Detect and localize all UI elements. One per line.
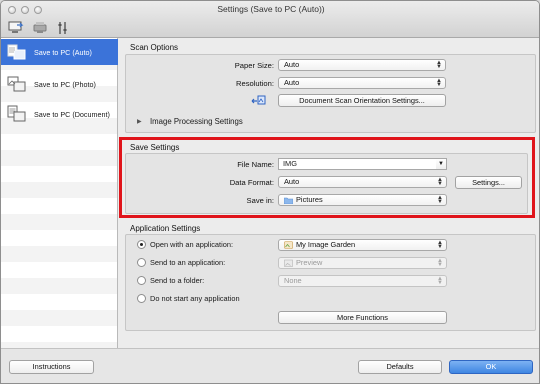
chevron-up-down-icon: ▲ ▼	[437, 276, 443, 286]
document-scan-orientation-settings-button[interactable]: Document Scan Orientation Settings...	[278, 94, 446, 107]
sidebar-item-label: Save to PC (Document)	[34, 109, 110, 119]
sidebar-item-label: Save to PC (Photo)	[34, 79, 96, 89]
radio-unchecked-icon	[137, 258, 146, 267]
do-not-start-application-label: Do not start any application	[150, 294, 240, 303]
send-to-folder-value: None	[284, 276, 302, 285]
my-image-garden-icon	[284, 241, 293, 249]
send-to-folder-radio[interactable]: Send to a folder:	[137, 275, 204, 286]
settings-window: Settings (Save to PC (Auto)) Save to PC …	[0, 0, 540, 384]
resolution-select[interactable]: Auto ▲ ▼	[278, 77, 446, 89]
paper-size-select[interactable]: Auto ▲ ▼	[278, 59, 446, 71]
resolution-value: Auto	[284, 78, 300, 87]
paper-size-value: Auto	[284, 60, 300, 69]
chevron-up-down-icon: ▲ ▼	[436, 60, 442, 70]
window-title: Settings (Save to PC (Auto))	[217, 4, 325, 14]
open-with-application-radio[interactable]: Open with an application:	[137, 239, 233, 250]
do-not-start-application-radio[interactable]: Do not start any application	[137, 293, 240, 304]
document-orientation-icon	[251, 95, 266, 105]
send-to-application-value: Preview	[296, 258, 323, 267]
chevron-up-down-icon: ▲ ▼	[436, 78, 442, 88]
scan-from-computer-tab-icon	[8, 21, 24, 33]
scan-from-operation-panel-tab[interactable]	[29, 19, 51, 36]
sidebar-item-label: Save to PC (Auto)	[34, 47, 92, 57]
radio-checked-icon	[137, 240, 146, 249]
preview-app-icon	[284, 259, 293, 267]
ok-button[interactable]: OK	[449, 360, 533, 374]
send-to-application-label: Send to an application:	[150, 258, 226, 267]
title-bar: Settings (Save to PC (Auto))	[1, 1, 539, 38]
more-functions-button[interactable]: More Functions	[278, 311, 447, 324]
general-settings-tab-icon	[58, 21, 67, 34]
scan-options-box: Paper Size: Auto ▲ ▼ Resolution: Auto ▲ ▼ …	[125, 54, 536, 133]
save-to-pc-document-icon	[7, 105, 26, 122]
send-to-application-select[interactable]: Preview ▲ ▼	[278, 257, 447, 269]
send-to-application-radio[interactable]: Send to an application:	[137, 257, 225, 268]
save-to-pc-auto-icon	[7, 44, 26, 60]
footer-bar: Instructions Defaults OK	[1, 348, 539, 383]
general-settings-tab[interactable]	[52, 19, 74, 36]
radio-unchecked-icon	[137, 276, 146, 285]
open-with-application-label: Open with an application:	[150, 240, 233, 249]
chevron-up-down-icon: ▲ ▼	[437, 240, 443, 250]
application-settings-box: Open with an application: My Image Garde…	[125, 234, 536, 331]
open-with-application-value: My Image Garden	[296, 240, 356, 249]
paper-size-label: Paper Size:	[234, 61, 274, 70]
sidebar-item-save-to-pc-document[interactable]: Save to PC (Document)	[1, 101, 118, 127]
sidebar-item-save-to-pc-photo[interactable]: Save to PC (Photo)	[1, 71, 118, 97]
image-processing-settings-label[interactable]: Image Processing Settings	[150, 117, 243, 126]
chevron-up-down-icon: ▲ ▼	[437, 258, 443, 268]
instructions-button[interactable]: Instructions	[9, 360, 94, 374]
radio-unchecked-icon	[137, 294, 146, 303]
resolution-label: Resolution:	[236, 79, 274, 88]
save-to-pc-photo-icon	[7, 76, 26, 92]
disclosure-triangle-icon[interactable]: ▶	[137, 118, 142, 125]
sidebar-item-save-to-pc-auto[interactable]: Save to PC (Auto)	[1, 39, 118, 65]
save-settings-highlight-frame	[119, 137, 535, 218]
scan-options-title: Scan Options	[130, 43, 179, 52]
application-settings-title: Application Settings	[130, 224, 201, 233]
send-to-folder-label: Send to a folder:	[150, 276, 205, 285]
sidebar: Save to PC (Auto) Save to PC (Photo) Sav…	[1, 38, 118, 348]
scan-from-operation-panel-tab-icon	[33, 22, 47, 33]
defaults-button[interactable]: Defaults	[358, 360, 442, 374]
send-to-folder-select[interactable]: None ▲ ▼	[278, 275, 447, 287]
open-with-application-select[interactable]: My Image Garden ▲ ▼	[278, 239, 447, 251]
scan-from-computer-tab[interactable]	[4, 19, 28, 36]
